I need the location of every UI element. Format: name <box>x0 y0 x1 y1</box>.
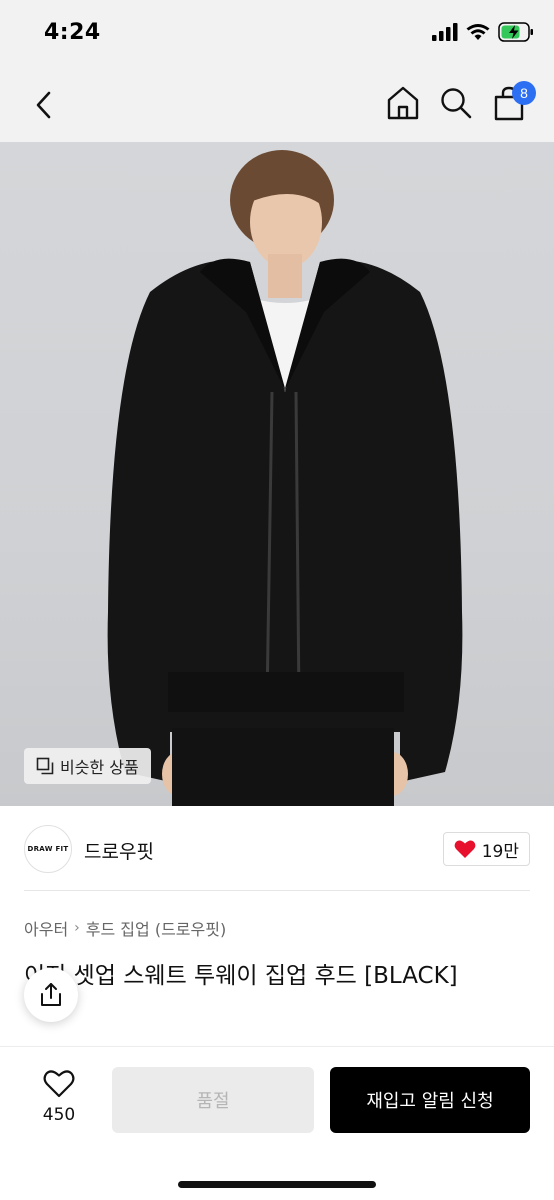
similar-products-label: 비슷한 상품 <box>60 758 139 777</box>
soldout-button[interactable]: 품절 <box>112 1067 314 1133</box>
status-time: 4:24 <box>44 20 101 45</box>
restock-alert-button[interactable]: 재입고 알림 신청 <box>330 1067 530 1133</box>
product-like-count: 450 <box>42 1105 76 1125</box>
share-icon <box>41 983 61 1006</box>
brand-logo[interactable]: DRAW FIT <box>24 825 72 873</box>
back-button[interactable] <box>26 85 60 125</box>
breadcrumb-subcategory[interactable]: 후드 집업 (드로우핏) <box>86 916 226 940</box>
product-like-button[interactable]: 450 <box>30 1069 88 1133</box>
status-icons <box>432 22 534 42</box>
nav-bar: 8 <box>0 68 554 142</box>
breadcrumb: 아우터 › 후드 집업 (드로우핏) <box>24 916 226 940</box>
search-button[interactable] <box>437 83 475 123</box>
search-icon <box>441 88 472 119</box>
battery-charging-icon <box>498 22 533 42</box>
similar-icon <box>36 757 54 775</box>
bottom-action-bar: 450 품절 재입고 알림 신청 <box>0 1046 554 1200</box>
brand-like-button[interactable]: 19만 <box>442 832 530 866</box>
divider <box>24 890 530 891</box>
brand-like-count: 19만 <box>481 841 519 862</box>
status-bar: 4:24 <box>0 0 554 68</box>
home-icon <box>387 86 419 120</box>
chevron-right-icon: › <box>74 920 80 936</box>
brand-name[interactable]: 드로우핏 <box>84 837 154 864</box>
wifi-icon <box>466 24 490 40</box>
home-button[interactable] <box>384 83 422 123</box>
home-indicator <box>178 1181 376 1188</box>
cart-badge: 8 <box>512 81 536 105</box>
brand-row[interactable]: DRAW FIT 드로우핏 19만 <box>0 806 554 892</box>
back-icon <box>36 91 51 119</box>
product-image[interactable]: 비슷한 상품 <box>0 142 554 806</box>
similar-products-button[interactable]: 비슷한 상품 <box>24 748 151 784</box>
signal-icon <box>432 23 458 41</box>
heart-icon <box>454 840 476 858</box>
product-title: 이지 셋업 스웨트 투웨이 집업 후드 [BLACK] <box>24 963 458 989</box>
cart-button[interactable]: 8 <box>490 81 536 125</box>
product-photo <box>107 150 463 806</box>
breadcrumb-category[interactable]: 아우터 <box>24 916 68 940</box>
heart-outline-icon <box>43 1070 75 1098</box>
share-button[interactable] <box>24 968 78 1022</box>
